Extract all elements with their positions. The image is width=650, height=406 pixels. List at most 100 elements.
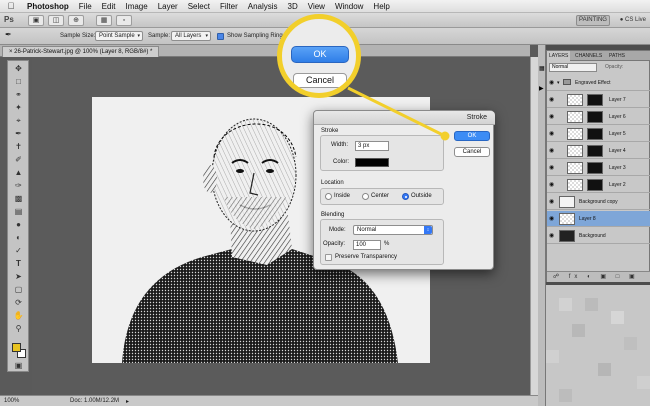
menu-filter[interactable]: Filter (215, 2, 243, 11)
opacity-input[interactable]: 100 (353, 240, 381, 250)
menu-help[interactable]: Help (368, 2, 394, 11)
menu-edit[interactable]: Edit (97, 2, 121, 11)
brush-tool-icon[interactable]: ✐ (12, 155, 25, 165)
zoom-tool-icon[interactable]: ⚲ (12, 324, 25, 334)
crop-tool-icon[interactable]: ⌖ (12, 116, 25, 126)
screen-mode-icon[interactable]: ▫ (116, 15, 132, 26)
layer-row-2[interactable]: ◉ Layer 2 (547, 177, 650, 193)
bridge-icon[interactable]: ▣ (28, 15, 44, 26)
menu-image[interactable]: Image (120, 2, 152, 11)
layer-row-4[interactable]: ◉ Layer 4 (547, 143, 650, 159)
blend-mode-select[interactable]: Normal ↕ (353, 225, 433, 235)
layer-group-row[interactable]: ◉ ▾ Engraved Effect (547, 75, 650, 91)
layer-panel-footer-icons[interactable]: ☍ fx ◐ ▣ □ ▣ (547, 271, 650, 282)
foreground-color-swatch[interactable] (12, 343, 21, 352)
tab-layers[interactable]: LAYERS (547, 51, 571, 61)
quick-select-tool-icon[interactable]: ✦ (12, 103, 25, 113)
eye-icon[interactable]: ◉ (549, 80, 555, 86)
eye-icon[interactable]: ◉ (549, 165, 555, 171)
menu-3d[interactable]: 3D (283, 2, 303, 11)
shape-tool-icon[interactable]: ▢ (12, 285, 25, 295)
tab-channels[interactable]: CHANNELS (575, 53, 602, 59)
hand-tool-icon[interactable]: ✋ (12, 311, 25, 321)
callout-ok-button[interactable]: OK (291, 46, 349, 63)
eye-icon[interactable]: ◉ (549, 131, 555, 137)
eye-icon[interactable]: ◉ (549, 114, 555, 120)
eyedropper-tool-icon[interactable]: ✒ (5, 30, 12, 39)
arrange-documents-icon[interactable]: ▦ (96, 15, 112, 26)
radio-inside[interactable] (325, 193, 332, 200)
show-sampling-ring-label: Show Sampling Ring (227, 33, 283, 39)
eye-icon[interactable]: ◉ (549, 199, 555, 205)
ok-button[interactable]: OK (454, 131, 490, 141)
layer-row-3[interactable]: ◉ Layer 3 (547, 160, 650, 176)
gradient-tool-icon[interactable]: ▤ (12, 207, 25, 217)
callout-cancel-button[interactable]: Cancel (293, 73, 347, 88)
disclosure-triangle-icon[interactable]: ▾ (557, 80, 560, 86)
vertical-scrollbar[interactable] (530, 57, 538, 395)
eye-icon[interactable]: ◉ (549, 182, 555, 188)
menu-select[interactable]: Select (183, 2, 215, 11)
workspace-switcher[interactable]: PAINTING (576, 15, 610, 26)
cs-live-button[interactable]: ● CS Live (620, 15, 646, 26)
layer-name: Layer 2 (609, 182, 626, 188)
width-input[interactable]: 3 px (355, 141, 389, 151)
eraser-tool-icon[interactable]: ▩ (12, 194, 25, 204)
dialog-title[interactable]: Stroke (314, 111, 495, 125)
marquee-tool-icon[interactable]: □ (12, 77, 25, 87)
layer-row-background[interactable]: ◉ Background (547, 228, 650, 244)
pen-tool-icon[interactable]: ✓ (12, 246, 25, 256)
tab-paths[interactable]: PATHS (609, 53, 625, 59)
3d-rotate-tool-icon[interactable]: ⟳ (12, 298, 25, 308)
move-tool-icon[interactable]: ✥ (12, 64, 25, 74)
preserve-transparency-checkbox[interactable] (325, 254, 332, 261)
document-tab[interactable]: × 26-Patrick-Stewart.jpg @ 100% (Layer 8… (2, 46, 160, 57)
menu-view[interactable]: View (303, 2, 330, 11)
apple-icon[interactable]:  (0, 1, 22, 11)
layer-row-7[interactable]: ◉ Layer 7 (547, 92, 650, 108)
sample-size-select[interactable]: Point Sample ▾ (95, 31, 143, 41)
outside-label: Outside (411, 193, 432, 199)
blur-tool-icon[interactable]: ● (12, 220, 25, 230)
radio-outside[interactable] (402, 193, 409, 200)
healing-brush-icon[interactable]: ✝ (12, 142, 25, 152)
zoom-level-readout[interactable]: 100% (4, 398, 19, 404)
actions-panel-icon[interactable]: ▶ (539, 85, 544, 92)
menu-window[interactable]: Window (330, 2, 368, 11)
history-panel-icon[interactable]: ▦ (539, 65, 545, 72)
quick-mask-icon[interactable]: ▣ (12, 361, 25, 371)
width-label: Width: (331, 142, 349, 148)
sample-select[interactable]: All Layers ▾ (171, 31, 211, 41)
status-arrow-icon[interactable]: ▸ (126, 398, 129, 405)
type-tool-icon[interactable]: T (12, 259, 25, 269)
zoom-level-icon[interactable]: ⊕ (68, 15, 84, 26)
cancel-button[interactable]: Cancel (454, 147, 490, 157)
dodge-tool-icon[interactable]: ◐ (12, 233, 25, 243)
lasso-tool-icon[interactable]: ⚭ (12, 90, 25, 100)
clone-stamp-icon[interactable]: ▲ (12, 168, 25, 178)
layer-row-5[interactable]: ◉ Layer 5 (547, 126, 650, 142)
menu-file[interactable]: File (74, 2, 97, 11)
opacity-unit: % (384, 241, 390, 247)
layer-blend-mode-select[interactable]: Normal (549, 63, 597, 72)
menu-photoshop[interactable]: Photoshop (22, 2, 74, 11)
stroke-color-swatch[interactable] (355, 158, 389, 167)
layer-row-6[interactable]: ◉ Layer 6 (547, 109, 650, 125)
history-brush-icon[interactable]: ✑ (12, 181, 25, 191)
location-group-label: Location (321, 180, 344, 186)
path-select-tool-icon[interactable]: ➤ (12, 272, 25, 282)
radio-center[interactable] (362, 193, 369, 200)
minibridge-icon[interactable]: ◫ (48, 15, 64, 26)
menu-layer[interactable]: Layer (153, 2, 183, 11)
eye-icon[interactable]: ◉ (549, 216, 555, 222)
layer-row-8[interactable]: ◉ Layer 8 (547, 211, 650, 227)
eyedropper-icon[interactable]: ✒ (12, 129, 25, 139)
layer-thumbnail (567, 179, 583, 191)
menu-analysis[interactable]: Analysis (243, 2, 283, 11)
eye-icon[interactable]: ◉ (549, 148, 555, 154)
eye-icon[interactable]: ◉ (549, 233, 555, 239)
show-sampling-ring-checkbox[interactable] (217, 33, 224, 40)
layer-row-background-copy[interactable]: ◉ Background copy (547, 194, 650, 210)
layer-mask-thumbnail (587, 162, 603, 174)
eye-icon[interactable]: ◉ (549, 97, 555, 103)
